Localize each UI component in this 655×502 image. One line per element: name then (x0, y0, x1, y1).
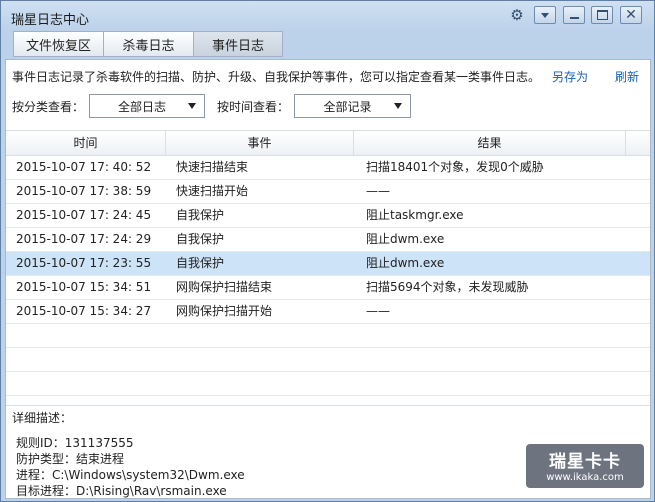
table-row[interactable]: 2015-10-07 15: 34: 27 网购保护扫描开始 —— (6, 300, 650, 324)
detail-rule-id: 规则ID：131137555 (16, 436, 134, 450)
cell-result: —— (366, 304, 390, 318)
dropdown-arrow-icon (188, 103, 196, 109)
table-row[interactable]: 2015-10-07 17: 24: 45 自我保护 阻止taskmgr.exe (6, 204, 650, 228)
menu-button[interactable] (534, 6, 556, 24)
cell-result: —— (366, 184, 390, 198)
save-as-link[interactable]: 另存为 (552, 68, 588, 85)
event-table: 时间 事件 结果 2015-10-07 17: 40: 52 快速扫描结束 扫描18… (6, 130, 650, 406)
minimize-icon (569, 17, 579, 19)
cell-event: 自我保护 (176, 208, 225, 222)
time-filter-label: 按时间查看： (217, 100, 290, 114)
column-header-result[interactable]: 结果 (354, 131, 626, 155)
window-title: 瑞星日志中心 (11, 13, 90, 28)
detail-protection-type: 防护类型：结束进程 (16, 452, 125, 466)
cell-time: 2015-10-07 15: 34: 51 (16, 280, 152, 294)
table-row[interactable]: 2015-10-07 17: 24: 29 自我保护 阻止dwm.exe (6, 228, 650, 252)
tab-scan-log[interactable]: 杀毒日志 (103, 31, 193, 57)
watermark-logo: 瑞星卡卡 www.ikaka.com (526, 444, 644, 488)
watermark-title: 瑞星卡卡 (549, 452, 621, 472)
time-select[interactable]: 全部记录 (294, 94, 411, 118)
column-header-time[interactable]: 时间 (6, 131, 166, 155)
refresh-link[interactable]: 刷新 (615, 68, 639, 85)
category-filter-label: 按分类查看： (12, 100, 85, 114)
cell-event: 快速扫描结束 (176, 160, 249, 174)
table-row[interactable]: 2015-10-07 17: 40: 52 快速扫描结束 扫描18401个对象，发现… (6, 156, 650, 180)
detail-process: 进程：C:\Windows\system32\Dwm.exe (16, 468, 245, 482)
table-row[interactable]: 2015-10-07 17: 23: 55 自我保护 阻止dwm.exe (6, 252, 650, 276)
close-icon: ✕ (625, 7, 637, 23)
cell-event: 自我保护 (176, 256, 225, 270)
close-button[interactable]: ✕ (620, 6, 642, 24)
table-row[interactable]: 2015-10-07 17: 38: 59 快速扫描开始 —— (6, 180, 650, 204)
cell-result: 阻止dwm.exe (366, 256, 445, 270)
cell-result: 阻止taskmgr.exe (366, 208, 464, 222)
minimize-button[interactable] (563, 6, 585, 24)
tab-file-restore[interactable]: 文件恢复区 (13, 31, 103, 57)
cell-time: 2015-10-07 17: 23: 55 (16, 256, 152, 270)
empty-row (6, 348, 650, 372)
cell-result: 阻止dwm.exe (366, 232, 445, 246)
cell-result: 扫描5694个对象，未发现威胁 (366, 280, 529, 294)
cell-time: 2015-10-07 17: 40: 52 (16, 160, 152, 174)
gear-icon: ⚙ (510, 6, 524, 24)
empty-row (6, 324, 650, 348)
table-row[interactable]: 2015-10-07 15: 34: 51 网购保护扫描结束 扫描5694个对象，未… (6, 276, 650, 300)
title-bar: 瑞星日志中心 ⚙ ✕ (1, 1, 654, 31)
cell-event: 快速扫描开始 (176, 184, 249, 198)
dropdown-icon (541, 12, 549, 18)
event-log-description: 事件日志记录了杀毒软件的扫描、防护、升级、自我保护等事件，您可以指定查看某一类事… (12, 70, 541, 84)
cell-event: 网购保护扫描结束 (176, 280, 273, 294)
settings-button[interactable]: ⚙ (506, 6, 528, 24)
event-log-panel: 事件日志记录了杀毒软件的扫描、防护、升级、自我保护等事件，您可以指定查看某一类事… (5, 59, 651, 499)
cell-result: 扫描18401个对象，发现0个威胁 (366, 160, 544, 174)
cell-time: 2015-10-07 17: 38: 59 (16, 184, 152, 198)
log-center-window: 瑞星日志中心 ⚙ ✕ 文件恢复区 杀毒日志 事件日志 事件日志记录了杀毒软件的扫… (0, 0, 655, 502)
empty-row (6, 396, 650, 405)
tab-bar: 文件恢复区 杀毒日志 事件日志 (13, 31, 283, 57)
column-header-event[interactable]: 事件 (166, 131, 354, 155)
category-select[interactable]: 全部日志 (89, 94, 205, 118)
maximize-icon (596, 10, 608, 20)
maximize-button[interactable] (591, 6, 613, 24)
cell-time: 2015-10-07 17: 24: 45 (16, 208, 152, 222)
cell-time: 2015-10-07 15: 34: 27 (16, 304, 152, 318)
detail-heading: 详细描述： (12, 411, 73, 425)
cell-time: 2015-10-07 17: 24: 29 (16, 232, 152, 246)
cell-event: 网购保护扫描开始 (176, 304, 273, 318)
cell-event: 自我保护 (176, 232, 225, 246)
watermark-url: www.ikaka.com (546, 472, 624, 483)
detail-target-process: 目标进程：D:\Rising\Rav\rsmain.exe (16, 484, 227, 498)
table-header: 时间 事件 结果 (6, 131, 650, 156)
tab-event-log[interactable]: 事件日志 (193, 31, 283, 57)
category-select-value: 全部日志 (117, 99, 166, 114)
empty-row (6, 372, 650, 396)
dropdown-arrow-icon (394, 103, 402, 109)
time-select-value: 全部记录 (323, 99, 372, 114)
